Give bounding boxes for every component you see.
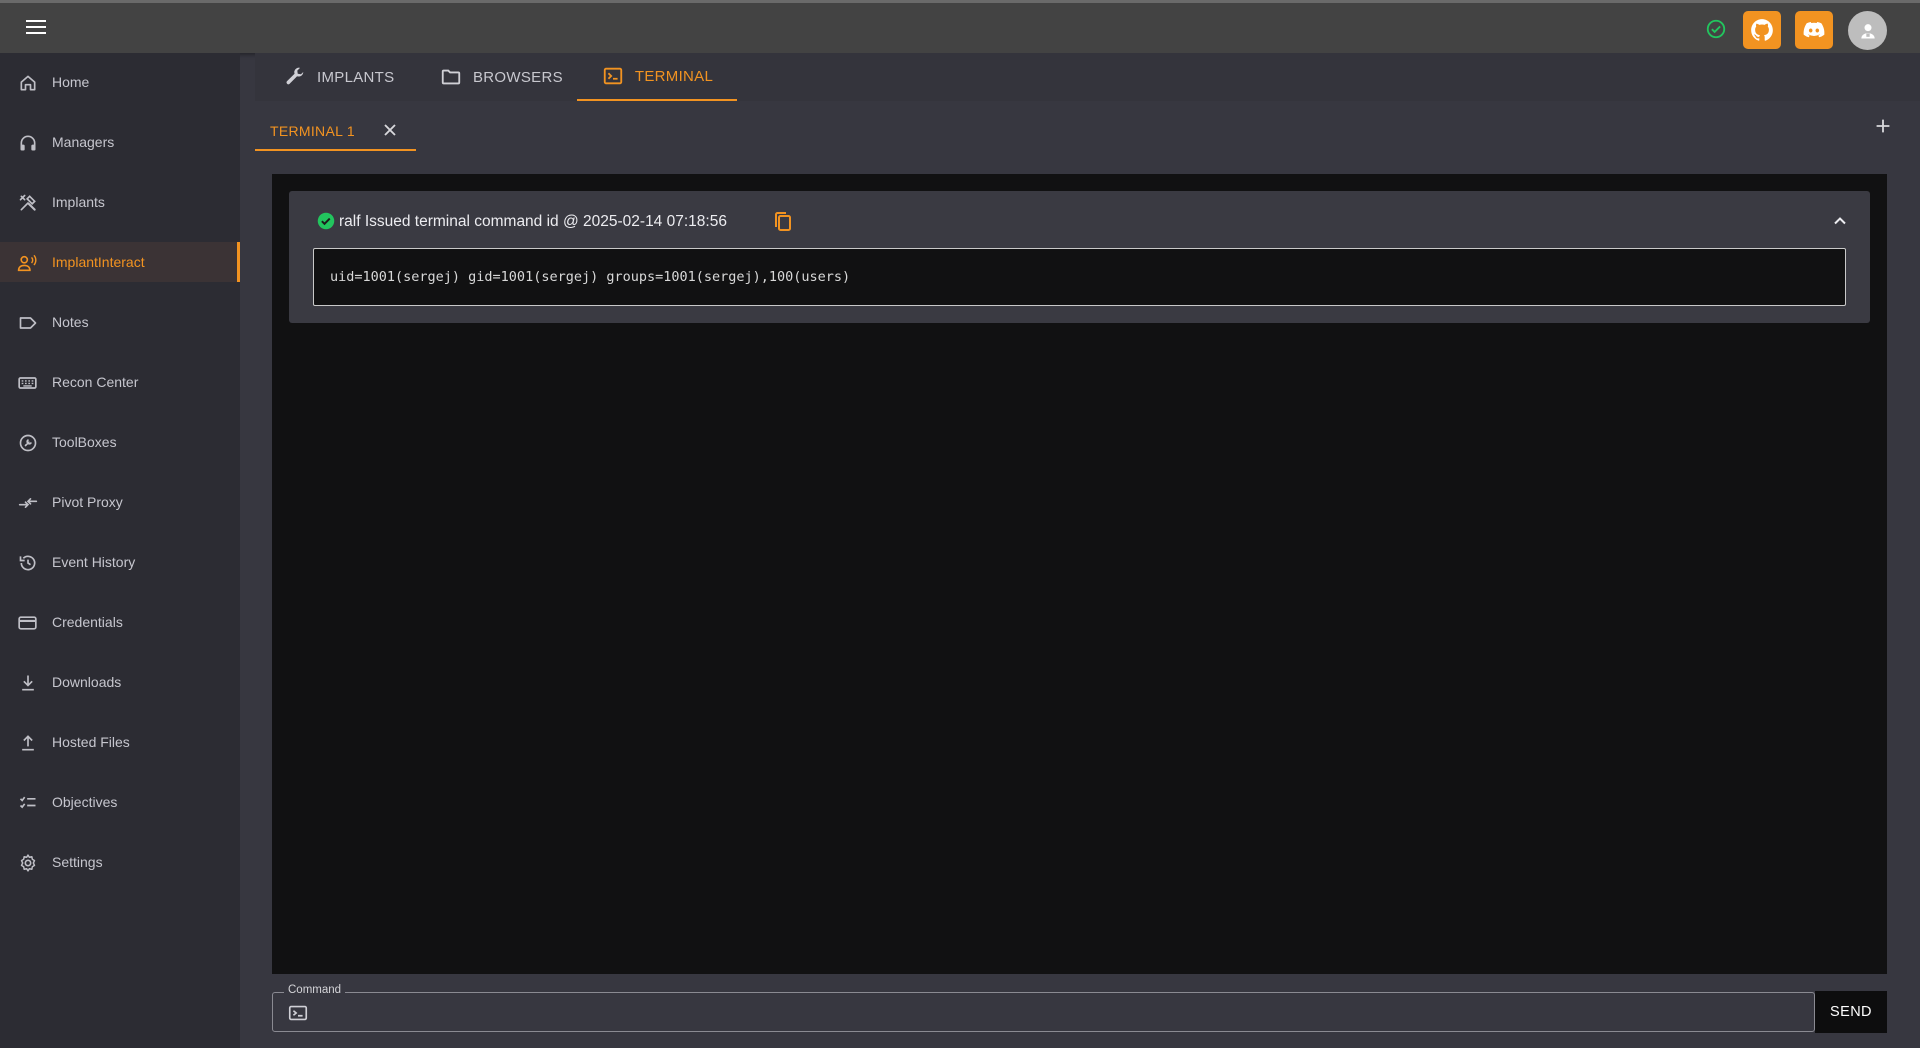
tab-browsers[interactable]: BROWSERS xyxy=(439,53,563,101)
credit-card-icon xyxy=(17,612,38,633)
keyboard-icon xyxy=(17,372,38,393)
discord-button[interactable] xyxy=(1795,11,1833,49)
command-input[interactable] xyxy=(316,1002,1796,1024)
label-icon xyxy=(17,312,38,333)
sidebar-item-implantinteract[interactable]: ImplantInteract xyxy=(0,242,240,282)
headphones-icon xyxy=(17,132,38,153)
sidebar-item-label: Event History xyxy=(52,554,136,570)
gear-icon xyxy=(17,852,38,873)
checklist-icon xyxy=(17,792,38,813)
sidebar-item-event-history[interactable]: Event History xyxy=(0,542,240,582)
sidebar-item-downloads[interactable]: Downloads xyxy=(0,662,240,702)
tools-icon xyxy=(17,192,38,213)
command-bar: Command SEND xyxy=(272,976,1887,1036)
sidebar-item-notes[interactable]: Notes xyxy=(0,302,240,342)
github-button[interactable] xyxy=(1743,11,1781,49)
sidebar-item-label: ImplantInteract xyxy=(52,254,145,270)
sidebar-item-label: Implants xyxy=(52,194,105,210)
plus-icon xyxy=(1876,119,1890,133)
chevron-up-icon[interactable] xyxy=(1830,211,1850,231)
terminal-icon xyxy=(287,1002,309,1024)
sidebar-item-label: Pivot Proxy xyxy=(52,494,123,510)
terminal-output-panel: ralf Issued terminal command id @ 2025-0… xyxy=(272,174,1887,974)
sidebar: Home Managers Implants ImplantInteract N… xyxy=(0,53,240,1048)
command-entry: ralf Issued terminal command id @ 2025-0… xyxy=(289,191,1870,323)
user-avatar[interactable] xyxy=(1848,11,1887,50)
tab-label: IMPLANTS xyxy=(317,68,395,86)
sidebar-item-label: Settings xyxy=(52,854,103,870)
send-button[interactable]: SEND xyxy=(1815,991,1887,1033)
check-circle-icon xyxy=(317,212,335,230)
sidebar-item-toolboxes[interactable]: ToolBoxes xyxy=(0,422,240,462)
close-icon[interactable] xyxy=(380,120,400,140)
person-interact-icon xyxy=(17,252,38,273)
terminal-tab-label: TERMINAL 1 xyxy=(270,123,355,139)
arrows-icon xyxy=(17,492,38,513)
sidebar-item-managers[interactable]: Managers xyxy=(0,122,240,162)
sidebar-item-label: Recon Center xyxy=(52,374,139,390)
tab-label: BROWSERS xyxy=(473,68,563,86)
upload-icon xyxy=(17,732,38,753)
tab-implants[interactable]: IMPLANTS xyxy=(283,53,394,101)
command-output: uid=1001(sergej) gid=1001(sergej) groups… xyxy=(313,248,1846,306)
sidebar-item-home[interactable]: Home xyxy=(0,62,240,102)
sidebar-item-label: Managers xyxy=(52,134,115,150)
copy-icon[interactable] xyxy=(773,211,793,233)
wrench-icon xyxy=(283,65,307,89)
top-app-bar xyxy=(0,0,1920,53)
github-icon xyxy=(1751,19,1773,41)
sidebar-item-settings[interactable]: Settings xyxy=(0,842,240,882)
folder-icon xyxy=(439,65,463,89)
check-circle-icon xyxy=(1705,18,1727,40)
tab-label: TERMINAL xyxy=(634,67,714,85)
main-tab-bar: IMPLANTS BROWSERS TERMINAL xyxy=(255,53,1920,101)
wrench-circle-icon xyxy=(17,432,38,453)
sidebar-item-hosted-files[interactable]: Hosted Files xyxy=(0,722,240,762)
sidebar-item-credentials[interactable]: Credentials xyxy=(0,602,240,642)
sidebar-item-label: Downloads xyxy=(52,674,122,690)
tab-terminal-1[interactable]: TERMINAL 1 xyxy=(255,109,416,151)
history-icon xyxy=(17,552,38,573)
sidebar-item-label: ToolBoxes xyxy=(52,434,117,450)
command-output-text: uid=1001(sergej) gid=1001(sergej) groups… xyxy=(330,269,851,285)
user-avatar-icon xyxy=(1860,23,1875,38)
sidebar-item-pivot-proxy[interactable]: Pivot Proxy xyxy=(0,482,240,522)
sidebar-item-label: Notes xyxy=(52,314,89,330)
sidebar-item-label: Objectives xyxy=(52,794,118,810)
home-icon xyxy=(17,72,38,93)
download-icon xyxy=(17,672,38,693)
tab-terminal[interactable]: TERMINAL xyxy=(577,53,737,101)
main-content: IMPLANTS BROWSERS TERMINAL TERMINAL 1 ra… xyxy=(255,53,1920,1048)
sidebar-item-implants[interactable]: Implants xyxy=(0,182,240,222)
sidebar-item-label: Home xyxy=(52,74,90,90)
hamburger-menu-icon[interactable] xyxy=(22,16,50,40)
command-label: Command xyxy=(284,984,346,996)
terminal-icon xyxy=(601,64,625,88)
sidebar-item-label: Hosted Files xyxy=(52,734,130,750)
add-terminal-button[interactable] xyxy=(1872,115,1894,137)
command-entry-header: ralf Issued terminal command id @ 2025-0… xyxy=(339,213,727,230)
sidebar-item-label: Credentials xyxy=(52,614,123,630)
discord-icon xyxy=(1803,22,1825,38)
sidebar-item-objectives[interactable]: Objectives xyxy=(0,782,240,822)
sidebar-item-recon-center[interactable]: Recon Center xyxy=(0,362,240,402)
